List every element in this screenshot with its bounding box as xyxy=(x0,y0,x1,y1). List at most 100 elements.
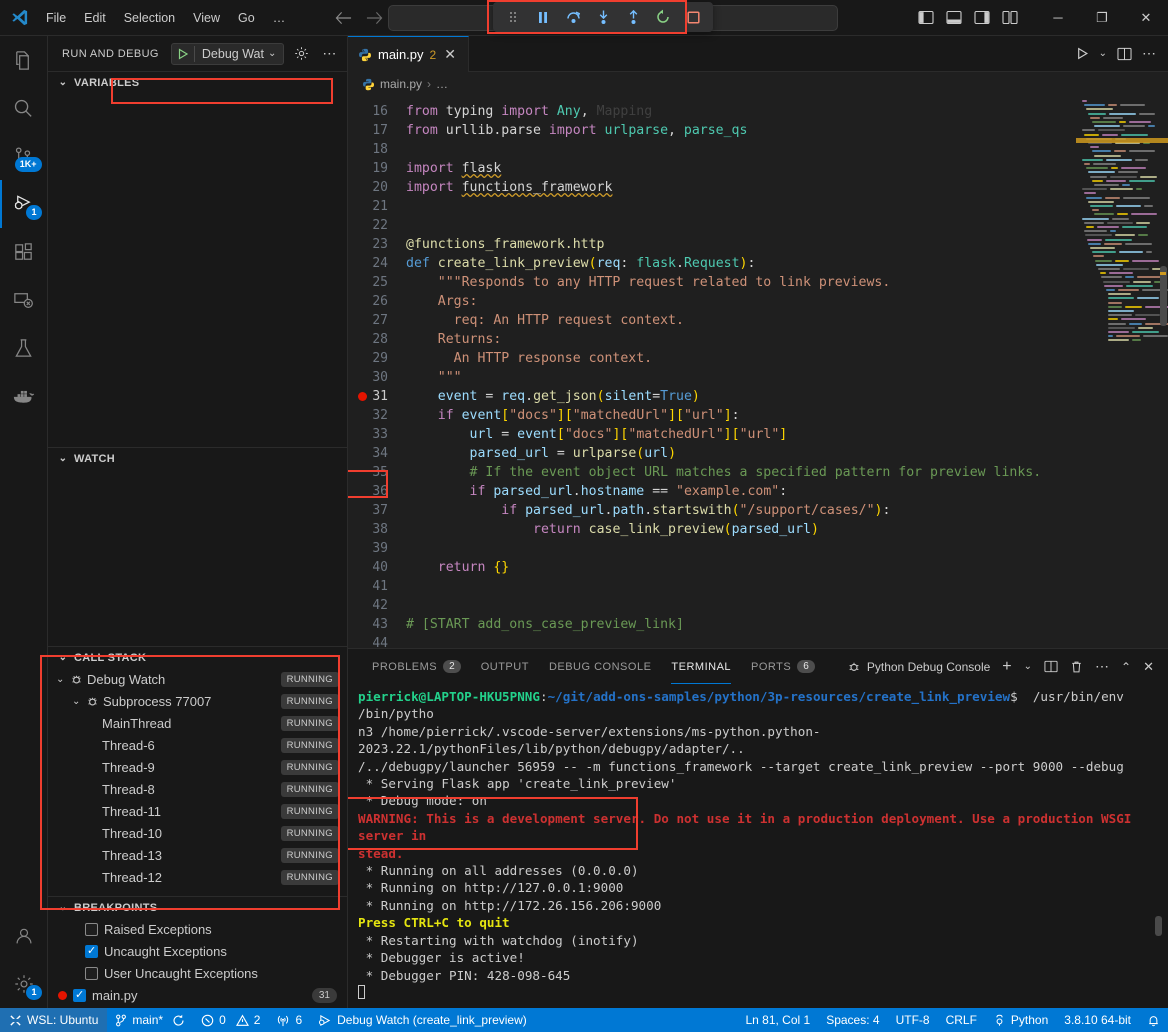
status-notifications[interactable] xyxy=(1139,1008,1168,1032)
panel-tab-ports[interactable]: PORTS6 xyxy=(741,649,825,684)
split-terminal-button[interactable] xyxy=(1044,660,1058,673)
call-stack-row[interactable]: Thread-13RUNNING xyxy=(48,844,347,866)
breakpoint-dot-icon[interactable] xyxy=(358,392,367,401)
code-line[interactable]: """ xyxy=(406,368,1076,387)
code-line[interactable]: @functions_framework.http xyxy=(406,235,1076,254)
line-number[interactable]: 20 xyxy=(348,178,406,197)
line-number[interactable]: 27 xyxy=(348,311,406,330)
line-number[interactable]: 39 xyxy=(348,539,406,558)
toggle-primary-sidebar-icon[interactable] xyxy=(918,10,934,25)
toggle-panel-icon[interactable] xyxy=(946,10,962,25)
code-line[interactable]: """Responds to any HTTP request related … xyxy=(406,273,1076,292)
step-into-button[interactable] xyxy=(589,4,617,30)
step-out-button[interactable] xyxy=(619,4,647,30)
chevron-down-icon[interactable]: ⌄ xyxy=(268,48,279,59)
call-stack-row[interactable]: ⌄Debug WatchRUNNING xyxy=(48,668,347,690)
status-python-interpreter[interactable]: 3.8.10 64-bit xyxy=(1056,1008,1139,1032)
status-problems[interactable]: 0 2 xyxy=(193,1008,268,1032)
call-stack-row[interactable]: ⌄Subprocess 77007RUNNING xyxy=(48,690,347,712)
pause-button[interactable] xyxy=(529,4,557,30)
breakpoint-checkbox[interactable] xyxy=(73,989,86,1002)
sidebar-more-actions-icon[interactable]: ⋯ xyxy=(318,43,340,65)
close-window-button[interactable]: ✕ xyxy=(1124,0,1168,36)
code-line[interactable]: req: An HTTP request context. xyxy=(406,311,1076,330)
breakpoint-row[interactable]: Raised Exceptions xyxy=(48,918,347,940)
minimap[interactable] xyxy=(1076,96,1168,648)
code-line[interactable]: import functions_framework xyxy=(406,178,1076,197)
breadcrumb-file[interactable]: main.py xyxy=(380,77,422,91)
sidebar-item-search[interactable] xyxy=(0,84,48,132)
call-stack-row[interactable]: Thread-6RUNNING xyxy=(48,734,347,756)
run-python-file-button[interactable] xyxy=(1076,47,1089,60)
code-line[interactable]: from urllib.parse import urlparse, parse… xyxy=(406,121,1076,140)
breakpoint-row[interactable]: main.py31 xyxy=(48,984,347,1006)
breakpoints-section-header[interactable]: ⌄ BREAKPOINTS xyxy=(48,896,347,918)
sidebar-item-run-and-debug[interactable]: 1 xyxy=(0,180,48,228)
line-number[interactable]: 21 xyxy=(348,197,406,216)
stop-button[interactable] xyxy=(679,4,707,30)
status-git-branch[interactable]: main* xyxy=(107,1008,193,1032)
run-options-chevron-down-icon[interactable]: ⌄ xyxy=(1099,48,1107,59)
sidebar-item-explorer[interactable] xyxy=(0,36,48,84)
status-eol[interactable]: CRLF xyxy=(938,1008,985,1032)
code-line[interactable]: return case_link_preview(parsed_url) xyxy=(406,520,1076,539)
line-number[interactable]: 22 xyxy=(348,216,406,235)
code-line[interactable]: if parsed_url.path.startswith("/support/… xyxy=(406,501,1076,520)
code-line[interactable] xyxy=(406,634,1076,648)
new-terminal-button[interactable]: + xyxy=(1002,658,1011,676)
code-line[interactable]: event = req.get_json(silent=True) xyxy=(406,387,1076,406)
line-number[interactable]: 43 xyxy=(348,615,406,634)
close-icon[interactable]: ✕ xyxy=(442,46,458,63)
line-number[interactable]: 42 xyxy=(348,596,406,615)
line-number[interactable]: 26 xyxy=(348,292,406,311)
menu-view[interactable]: View xyxy=(185,8,228,28)
status-ports[interactable]: 6 xyxy=(268,1008,310,1032)
terminal-more-actions-button[interactable]: ⋯ xyxy=(1095,658,1109,675)
more-editor-actions-button[interactable]: ⋯ xyxy=(1142,45,1156,62)
call-stack-row[interactable]: Thread-9RUNNING xyxy=(48,756,347,778)
code-viewport[interactable]: 1617181920212223242526272829303132333435… xyxy=(348,96,1076,648)
code-line[interactable]: url = event["docs"]["matchedUrl"]["url"] xyxy=(406,425,1076,444)
line-number[interactable]: 38 xyxy=(348,520,406,539)
arrow-right-icon[interactable] xyxy=(366,11,383,25)
line-number-gutter[interactable]: 1617181920212223242526272829303132333435… xyxy=(348,96,406,648)
code-line[interactable]: An HTTP response context. xyxy=(406,349,1076,368)
line-number[interactable]: 19 xyxy=(348,159,406,178)
line-number[interactable]: 33 xyxy=(348,425,406,444)
call-stack-row[interactable]: Thread-10RUNNING xyxy=(48,822,347,844)
panel-tab-terminal[interactable]: TERMINAL xyxy=(661,649,741,684)
watch-section-header[interactable]: ⌄ WATCH xyxy=(48,447,347,469)
call-stack-row[interactable]: Thread-11RUNNING xyxy=(48,800,347,822)
start-debugging-icon[interactable] xyxy=(172,48,194,60)
code-line[interactable]: # [START add_ons_case_preview_link] xyxy=(406,615,1076,634)
menu-edit[interactable]: Edit xyxy=(76,8,114,28)
status-remote-indicator[interactable]: WSL: Ubuntu xyxy=(0,1008,107,1032)
restart-button[interactable] xyxy=(649,4,677,30)
scrollbar-thumb[interactable] xyxy=(1160,266,1167,326)
code-line[interactable]: Args: xyxy=(406,292,1076,311)
code-line[interactable] xyxy=(406,539,1076,558)
line-number[interactable]: 31 xyxy=(348,387,406,406)
line-number[interactable]: 35 xyxy=(348,463,406,482)
maximize-button[interactable]: ❐ xyxy=(1080,0,1124,36)
code-line[interactable]: return {} xyxy=(406,558,1076,577)
code-line[interactable]: import flask xyxy=(406,159,1076,178)
line-number[interactable]: 29 xyxy=(348,349,406,368)
line-number[interactable]: 41 xyxy=(348,577,406,596)
panel-tab-problems[interactable]: PROBLEMS2 xyxy=(362,649,471,684)
sidebar-item-docker[interactable] xyxy=(0,372,48,420)
line-number[interactable]: 24 xyxy=(348,254,406,273)
variables-section-header[interactable]: ⌄ VARIABLES xyxy=(48,71,347,93)
line-number[interactable]: 44 xyxy=(348,634,406,648)
menu-file[interactable]: File xyxy=(38,8,74,28)
line-number[interactable]: 16 xyxy=(348,102,406,121)
status-encoding[interactable]: UTF-8 xyxy=(888,1008,938,1032)
code-line[interactable]: Returns: xyxy=(406,330,1076,349)
code-line[interactable] xyxy=(406,577,1076,596)
line-number[interactable]: 17 xyxy=(348,121,406,140)
terminal-profile-chevron-down-icon[interactable]: ⌄ xyxy=(1024,661,1032,672)
grip-handle-icon[interactable] xyxy=(499,4,527,30)
tab-main-py[interactable]: main.py 2 ✕ xyxy=(348,36,469,72)
line-number[interactable]: 40 xyxy=(348,558,406,577)
sidebar-item-remote-explorer[interactable] xyxy=(0,276,48,324)
